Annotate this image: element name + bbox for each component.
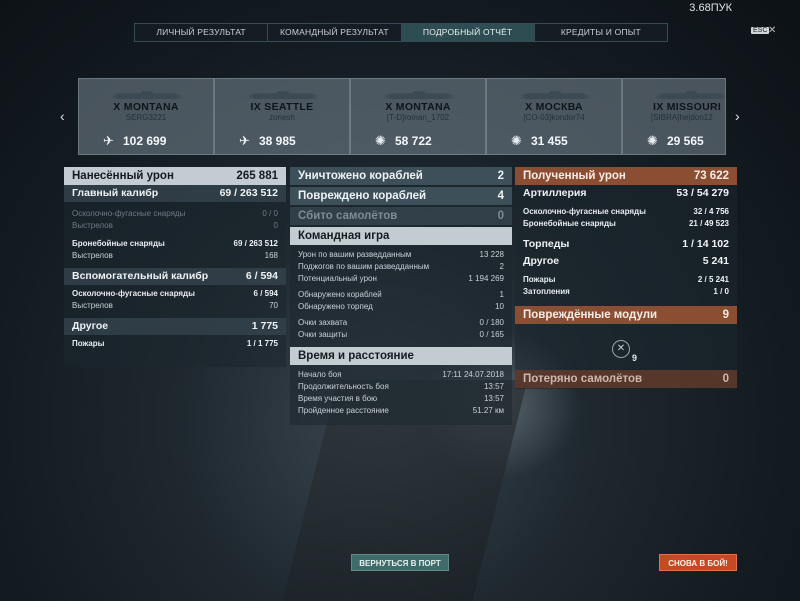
- team-stat-row: Очки защиты 0 / 165: [298, 330, 504, 339]
- tab-personal-result[interactable]: ЛИЧНЫЙ РЕЗУЛЬТАТ: [135, 24, 269, 41]
- tab-detailed-report[interactable]: ПОДРОБНЫЙ ОТЧЁТ: [401, 24, 535, 41]
- esc-key-badge: ESC: [751, 27, 770, 34]
- return-to-port-button[interactable]: ВЕРНУТЬСЯ В ПОРТ: [351, 554, 449, 571]
- received-he-row: Осколочно-фугасные снаряды 32 / 4 756: [523, 207, 729, 216]
- battle-again-button[interactable]: СНОВА В БОЙ!: [659, 554, 737, 571]
- ship-card[interactable]: X МОСКВА [CO-03]kondor74 ✺ 31 455: [486, 78, 622, 155]
- team-play-header: Командная игра: [290, 227, 512, 245]
- currency-display: 3.68ПУК: [689, 2, 732, 14]
- ship-name: X МОСКВА: [525, 101, 583, 113]
- ship-card[interactable]: X MONTANA [T-D]roman_1702 ✺ 58 722: [350, 78, 486, 155]
- damage-value: 58 722: [395, 134, 432, 148]
- ship-card[interactable]: X MONTANA SERG3221 ✈ 102 699: [78, 78, 214, 155]
- received-fires-row: Пожары 2 / 5 241: [523, 275, 729, 284]
- chevron-left-icon[interactable]: ‹: [60, 108, 65, 124]
- tab-bar: ЛИЧНЫЙ РЕЗУЛЬТАТ КОМАНДНЫЙ РЕЗУЛЬТАТ ПОД…: [134, 23, 668, 42]
- ap-shells-row: Бронебойные снаряды 69 / 263 512: [72, 239, 278, 248]
- ship-name: IX MISSOURI: [653, 101, 722, 113]
- dealt-damage-panel: Нанесённый урон 265 881 Главный калибр 69 …: [64, 167, 286, 367]
- destroyed-ships-row: Уничтожено кораблей 2: [290, 167, 512, 185]
- ship-silhouette-icon: [383, 91, 455, 99]
- damage-value: 31 455: [531, 134, 568, 148]
- main-caliber-row: Главный калибр 69 / 263 512: [64, 185, 286, 202]
- ship-silhouette-icon: [247, 91, 319, 99]
- damaged-modules-header: Повреждённые модули 9: [515, 306, 737, 324]
- team-stat-row: Потенциальный урон 1 194 269: [298, 274, 504, 283]
- tab-team-result[interactable]: КОМАНДНЫЙ РЕЗУЛЬТАТ: [268, 24, 402, 41]
- received-ap-row: Бронебойные снаряды 21 / 49 523: [523, 219, 729, 228]
- received-damage-header: Полученный урон 73 622: [515, 167, 737, 185]
- other-damage-row: Другое 1 775: [64, 318, 286, 335]
- time-stat-row: Время участия в бою 13:57: [298, 394, 504, 403]
- planes-lost-row: Потеряно самолётов 0: [515, 370, 737, 388]
- player-name: [T-D]roman_1702: [386, 113, 450, 122]
- ship-silhouette-icon: [519, 91, 591, 99]
- damage-value: 102 699: [123, 134, 167, 148]
- ship-silhouette-icon: [655, 91, 725, 99]
- tab-credits-xp[interactable]: КРЕДИТЫ И ОПЫТ: [535, 24, 667, 41]
- player-name: SERG3221: [125, 113, 167, 122]
- ship-name: IX SEATTLE: [250, 101, 314, 113]
- damaged-ships-row: Повреждено кораблей 4: [290, 187, 512, 205]
- close-icon[interactable]: ✕: [768, 25, 776, 36]
- secondary-shots-row: Выстрелов 70: [72, 301, 278, 310]
- he-shells-row: Осколочно-фугасные снаряды 0 / 0: [72, 209, 278, 218]
- ap-shots-row: Выстрелов 168: [72, 251, 278, 260]
- ship-name: X MONTANA: [113, 101, 179, 113]
- player-name: [CO-03]kondor74: [523, 113, 585, 122]
- team-stat-row: Обнаружено торпед 10: [298, 302, 504, 311]
- flooding-row: Затопления 1 / 0: [523, 287, 729, 296]
- ship-card[interactable]: IX SEATTLE zonesh ✈ 38 985: [214, 78, 350, 155]
- team-stat-row: Обнаружено кораблей 1: [298, 290, 504, 299]
- planes-lost-panel: Потеряно самолётов 0: [515, 370, 737, 388]
- artillery-row: Артиллерия 53 / 54 279: [523, 187, 729, 199]
- secondary-caliber-row: Вспомогательный калибр 6 / 594: [64, 268, 286, 285]
- team-stat-row: Урон по вашим разведданным 13 228: [298, 250, 504, 259]
- module-damage-icon: ✕: [612, 340, 630, 358]
- ship-name: X MONTANA: [385, 101, 451, 113]
- explosion-icon: ✺: [511, 133, 522, 148]
- ship-silhouette-icon: [111, 91, 183, 99]
- damage-value: 38 985: [259, 134, 296, 148]
- received-other-row: Другое 5 241: [523, 255, 729, 267]
- ribbon-icon: ✈: [103, 133, 114, 148]
- time-stat-row: Пройденное расстояние 51.27 км: [298, 406, 504, 415]
- dealt-damage-header: Нанесённый урон 265 881: [64, 167, 286, 185]
- player-name: zonesh: [269, 113, 295, 122]
- planes-shot-row: Сбито самолётов 0: [290, 207, 512, 225]
- time-stat-row: Начало боя 17:11 24.07.2018: [298, 370, 504, 379]
- fires-row: Пожары 1 / 1 775: [72, 339, 278, 348]
- secondary-he-row: Осколочно-фугасные снаряды 6 / 594: [72, 289, 278, 298]
- explosion-icon: ✺: [375, 133, 386, 148]
- torpedoes-row: Торпеды 1 / 14 102: [523, 238, 729, 250]
- chevron-right-icon[interactable]: ›: [735, 108, 740, 124]
- player-name: [SIBRA]he|don12: [651, 113, 713, 122]
- ship-card[interactable]: IX MISSOURI [SIBRA]he|don12 ✺ 29 565: [622, 78, 726, 155]
- he-shots-row: Выстрелов 0: [72, 221, 278, 230]
- summary-panel: Уничтожено кораблей 2 Повреждено кораблей…: [290, 167, 512, 425]
- time-stat-row: Продолжительность боя 13:57: [298, 382, 504, 391]
- team-stat-row: Поджогов по вашим разведданным 2: [298, 262, 504, 271]
- module-count: 9: [632, 353, 638, 363]
- ribbon-icon: ✈: [239, 133, 250, 148]
- team-stat-row: Очки захвата 0 / 180: [298, 318, 504, 327]
- explosion-icon: ✺: [647, 133, 658, 148]
- time-distance-header: Время и расстояние: [290, 347, 512, 365]
- damage-value: 29 565: [667, 134, 704, 148]
